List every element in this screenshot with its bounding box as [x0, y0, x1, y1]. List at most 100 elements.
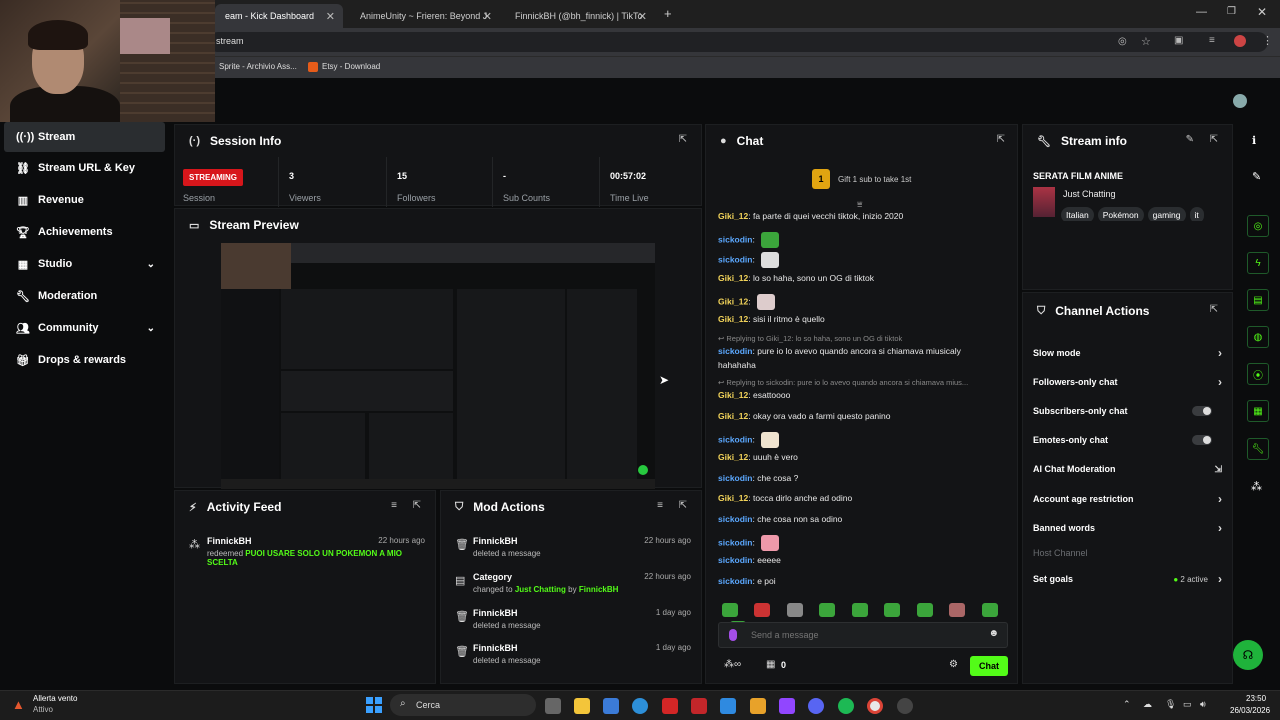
- chat-message-input[interactable]: [751, 627, 971, 643]
- app-shield-icon[interactable]: [691, 698, 707, 714]
- eye-off-icon[interactable]: ◎: [1118, 36, 1127, 47]
- points-icon[interactable]: ⁂∞: [724, 659, 741, 670]
- chat-emote-icon[interactable]: [761, 535, 780, 551]
- volume-icon[interactable]: 🔊︎: [1200, 699, 1206, 710]
- microphone-icon[interactable]: 🎙︎: [1165, 699, 1176, 710]
- quick-action-broadcast[interactable]: ⦿: [1247, 363, 1269, 385]
- obs-icon[interactable]: [897, 698, 913, 714]
- popout-icon[interactable]: ⇱: [1210, 304, 1218, 315]
- chrome-icon[interactable]: [867, 698, 883, 714]
- weather-title[interactable]: Allerta vento: [33, 694, 77, 703]
- set-goals-row[interactable]: Set goals ● 2 active ›: [1033, 569, 1222, 589]
- emote-icon[interactable]: [851, 602, 868, 617]
- popout-icon[interactable]: ⇱: [997, 134, 1005, 145]
- emote-icon[interactable]: [722, 602, 738, 617]
- chat-send-button[interactable]: Chat: [970, 656, 1008, 676]
- chat-username[interactable]: Giki_12: [718, 211, 748, 221]
- sidebar-item-moderation[interactable]: 🔧︎ Moderation: [4, 281, 165, 311]
- sidebar-item-community[interactable]: 👥︎ Community ⌄: [4, 313, 165, 343]
- chat-emote-icon[interactable]: [761, 252, 780, 268]
- clock-date[interactable]: 26/03/2026: [1230, 706, 1270, 715]
- chat-username[interactable]: Giki_12: [718, 452, 748, 462]
- bookmark-sprite[interactable]: Sprite - Archivio Ass...: [219, 62, 297, 71]
- new-tab-icon[interactable]: +: [664, 6, 672, 21]
- quick-action-clip[interactable]: ◎: [1247, 215, 1269, 237]
- chat-username[interactable]: Giki_12: [718, 273, 748, 283]
- emote-icon[interactable]: [819, 602, 836, 617]
- settings-icon[interactable]: ⚙: [949, 659, 958, 670]
- discord-icon[interactable]: [808, 698, 824, 714]
- chat-username[interactable]: Giki_12: [718, 493, 748, 503]
- close-icon[interactable]: ✕: [326, 10, 335, 23]
- profile-avatar[interactable]: [1234, 35, 1246, 47]
- chat-username[interactable]: Giki_12: [718, 411, 748, 421]
- close-icon[interactable]: ✕: [483, 10, 492, 23]
- category-link[interactable]: Just Chatting: [515, 585, 566, 594]
- stream-preview-video[interactable]: [221, 243, 655, 489]
- spotify-icon[interactable]: [838, 698, 854, 714]
- mic-icon[interactable]: [729, 629, 737, 641]
- emote-icon[interactable]: [754, 602, 771, 617]
- chat-username[interactable]: sickodin: [718, 434, 752, 444]
- chat-username[interactable]: sickodin: [718, 576, 752, 586]
- mod-action-user[interactable]: FinnickBH: [473, 608, 518, 618]
- points-icon[interactable]: ⁂: [1251, 480, 1262, 493]
- menu-icon[interactable]: ⋮: [1262, 34, 1273, 47]
- emotes-only-toggle[interactable]: [1192, 435, 1212, 445]
- followers-only-row[interactable]: Followers-only chat ›: [1033, 372, 1222, 392]
- minimize-icon[interactable]: —: [1196, 6, 1207, 18]
- address-bar[interactable]: stream: [208, 32, 1268, 52]
- star-icon[interactable]: ☆: [1141, 35, 1151, 48]
- filter-icon[interactable]: ≡: [391, 500, 397, 511]
- chat-emote-icon[interactable]: [761, 232, 780, 248]
- chat-username[interactable]: Giki_12: [718, 390, 748, 400]
- pin-icon[interactable]: ⩸: [857, 199, 862, 210]
- taskbar-search[interactable]: ⌕ Cerca: [390, 694, 536, 716]
- banned-words-row[interactable]: Banned words ›: [1033, 518, 1222, 538]
- chat-username[interactable]: Giki_12: [718, 296, 748, 306]
- app-l-icon[interactable]: [662, 698, 678, 714]
- window-close-icon[interactable]: ✕: [1257, 5, 1267, 19]
- chevron-up-icon[interactable]: ⌃: [1123, 699, 1131, 710]
- subscribers-only-toggle[interactable]: [1192, 406, 1212, 416]
- tab-kick-dashboard[interactable]: eam - Kick Dashboard ✕: [215, 4, 343, 28]
- windows-start-icon[interactable]: [366, 697, 382, 713]
- chat-emote-icon[interactable]: [756, 294, 775, 310]
- store-icon[interactable]: [603, 698, 619, 714]
- queue-icon[interactable]: ≡: [1209, 35, 1215, 46]
- activity-user[interactable]: FinnickBH: [207, 536, 252, 546]
- bookmark-etsy[interactable]: Etsy - Download: [322, 62, 380, 71]
- slow-mode-row[interactable]: Slow mode ›: [1033, 343, 1222, 363]
- extensions-icon[interactable]: ▣: [1174, 35, 1183, 46]
- filter-icon[interactable]: ≡: [657, 500, 663, 511]
- popout-icon[interactable]: ⇱: [679, 134, 687, 145]
- chat-username[interactable]: sickodin: [718, 514, 752, 524]
- mail-icon[interactable]: [720, 698, 736, 714]
- quick-action-notes[interactable]: ▤: [1247, 289, 1269, 311]
- quick-action-lightning[interactable]: ϟ: [1247, 252, 1269, 274]
- edge-icon[interactable]: [632, 698, 648, 714]
- gift-icon[interactable]: ▦: [766, 659, 775, 670]
- chat-emote-icon[interactable]: [761, 432, 780, 448]
- task-view-icon[interactable]: [545, 698, 561, 714]
- tab-animeunity[interactable]: AnimeUnity ~ Frieren: Beyond J ✕: [350, 4, 500, 28]
- network-icon[interactable]: ▭: [1183, 699, 1192, 710]
- support-headset-button[interactable]: ☊: [1233, 640, 1263, 670]
- sidebar-item-stream[interactable]: ((·)) Stream: [4, 122, 165, 152]
- mod-action-user[interactable]: FinnickBH: [473, 536, 518, 546]
- emote-icon[interactable]: [786, 602, 803, 617]
- popout-icon[interactable]: ⇱: [1210, 134, 1218, 145]
- chat-username[interactable]: sickodin: [718, 234, 752, 244]
- popout-icon[interactable]: ⇱: [413, 500, 421, 511]
- account-age-row[interactable]: Account age restriction ›: [1033, 489, 1222, 509]
- emote-icon[interactable]: [884, 602, 901, 617]
- sidebar-item-revenue[interactable]: ▥ Revenue: [4, 185, 165, 215]
- quick-action-chat[interactable]: ◍: [1247, 326, 1269, 348]
- chat-username[interactable]: sickodin: [718, 346, 752, 356]
- emote-icon[interactable]: [981, 602, 998, 617]
- mod-action-user[interactable]: FinnickBH: [473, 643, 518, 653]
- chat-username[interactable]: Giki_12: [718, 314, 748, 324]
- sidebar-item-drops-rewards[interactable]: 🎁︎ Drops & rewards: [4, 345, 165, 375]
- emote-icon[interactable]: [916, 602, 933, 617]
- app-game-icon[interactable]: [750, 698, 766, 714]
